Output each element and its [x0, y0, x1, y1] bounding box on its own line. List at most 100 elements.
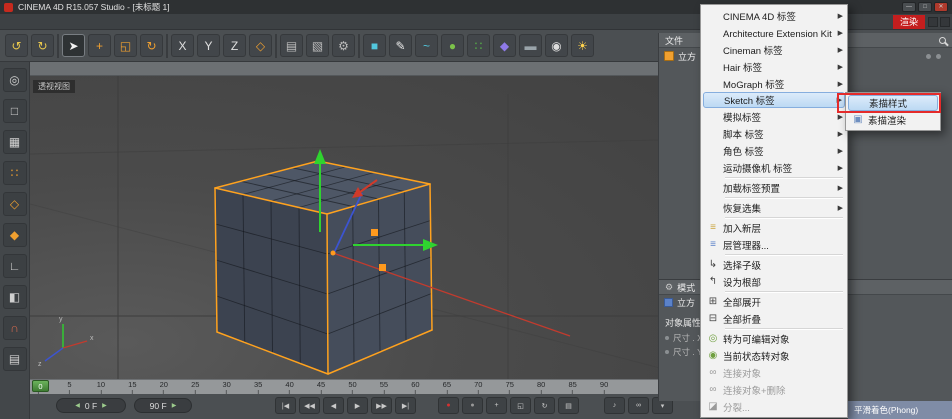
context-menu-item[interactable]: MoGraph 标签 ▶	[701, 75, 847, 92]
prev-key-button[interactable]: ◀◀	[299, 397, 320, 414]
timeline-tick[interactable]: 15	[128, 380, 136, 394]
visibility-dot-icon[interactable]	[926, 53, 931, 59]
timeline-tick[interactable]: 40	[285, 380, 293, 394]
context-menu-item[interactable]: ◎ 转为可编辑对象 ▶	[701, 330, 847, 347]
timeline-tick[interactable]: 5	[67, 380, 71, 394]
minimize-button[interactable]: —	[902, 2, 916, 12]
spline-icon[interactable]: ~	[415, 34, 438, 57]
layout-icon-2[interactable]	[940, 17, 950, 27]
undo-icon[interactable]: ↺	[5, 34, 28, 57]
stepper-right-icon[interactable]: ▶	[102, 402, 107, 409]
make-editable-icon[interactable]: ◎	[2, 68, 27, 92]
timeline-tick[interactable]: 85	[568, 380, 576, 394]
timeline-tick[interactable]: 55	[380, 380, 388, 394]
context-menu-item[interactable]: 运动摄像机 标签 ▶	[701, 159, 847, 176]
timeline-tick[interactable]: 70	[474, 380, 482, 394]
context-menu-item[interactable]: ◉ 当前状态转对象 ▶	[701, 347, 847, 364]
subdivision-surface-icon[interactable]: ●	[441, 34, 464, 57]
context-menu-item[interactable]: 加载标签预置 ▶	[701, 179, 847, 196]
timeline-tick[interactable]: 30	[223, 380, 231, 394]
model-mode-icon[interactable]: □	[2, 99, 27, 123]
loop-button[interactable]: ∞	[628, 397, 649, 414]
timeline-ruler[interactable]: 0 5 10 15 20 25 30 35 40 45 50 55 60 65 70 75 80 85 90	[30, 379, 660, 394]
floor-icon[interactable]: ▬	[519, 34, 542, 57]
timeline-tick[interactable]: 25	[191, 380, 199, 394]
timeline-tick[interactable]: 60	[411, 380, 419, 394]
keyframe-dot-icon[interactable]	[665, 336, 669, 340]
context-menu-item[interactable]: ◪ 分裂... ▶	[701, 398, 847, 415]
context-menu-item[interactable]: 模拟标签 ▶	[701, 108, 847, 125]
context-menu-item[interactable]: ∞ 连接对象 ▶	[701, 364, 847, 381]
sound-button[interactable]: ♪	[604, 397, 625, 414]
y-axis-lock-icon[interactable]: Y	[197, 34, 220, 57]
start-frame-field[interactable]: ◀ 0 F ▶	[56, 398, 126, 413]
timeline-tick[interactable]: 75	[506, 380, 514, 394]
live-selection-icon[interactable]: ➤	[62, 34, 85, 57]
attribute-mode-menu[interactable]: 模式	[677, 281, 695, 294]
context-menu-item[interactable]: Cineman 标签 ▶	[701, 41, 847, 58]
play-button[interactable]: ▶	[347, 397, 368, 414]
record-scale-button[interactable]: ◱	[510, 397, 531, 414]
z-axis-lock-icon[interactable]: Z	[223, 34, 246, 57]
search-icon[interactable]	[939, 36, 946, 44]
tab-phong[interactable]: 平滑着色(Phong)	[848, 401, 952, 419]
timeline-current-frame-marker[interactable]: 0	[32, 380, 49, 392]
context-menu-item[interactable]: ∞ 连接对象+删除 ▶	[701, 381, 847, 398]
visibility-dot-icon[interactable]	[936, 53, 941, 59]
goto-end-button[interactable]: ▶|	[395, 397, 416, 414]
polygons-mode-icon[interactable]: ◆	[2, 223, 27, 247]
points-mode-icon[interactable]: ∷	[2, 161, 27, 185]
layout-icon[interactable]	[928, 17, 938, 27]
end-frame-field[interactable]: 90 F ▶	[134, 398, 192, 413]
move-tool-icon[interactable]: +	[88, 34, 111, 57]
primitive-cube-icon[interactable]: ■	[363, 34, 386, 57]
timeline-tick[interactable]: 45	[317, 380, 325, 394]
record-parameter-button[interactable]: ▤	[558, 397, 579, 414]
timeline-tick[interactable]: 80	[537, 380, 545, 394]
camera-icon[interactable]: ◉	[545, 34, 568, 57]
scene-svg[interactable]: y x z	[30, 76, 660, 379]
context-menu-item[interactable]: ⊟ 全部折叠 ▶	[701, 310, 847, 327]
context-menu-item[interactable]: Hair 标签 ▶	[701, 58, 847, 75]
mograph-icon[interactable]: ∷	[467, 34, 490, 57]
pen-tool-icon[interactable]: ✎	[389, 34, 412, 57]
next-key-button[interactable]: ▶▶	[371, 397, 392, 414]
stepper-left-icon[interactable]: ◀	[75, 402, 80, 409]
render-picture-viewer-icon[interactable]: ▧	[306, 34, 329, 57]
context-menu-item[interactable]: ⊞ 全部展开 ▶	[701, 293, 847, 310]
submenu-item[interactable]: 素描样式 ▶	[848, 95, 938, 111]
close-button[interactable]: ✕	[934, 2, 948, 12]
render-view-icon[interactable]: ▤	[280, 34, 303, 57]
viewport-scene[interactable]: y x z	[30, 76, 660, 379]
render-settings-icon[interactable]: ⚙	[332, 34, 355, 57]
coordinate-system-icon[interactable]: ◇	[249, 34, 272, 57]
context-menu-item[interactable]: Sketch 标签 ▶	[703, 92, 845, 108]
record-rotation-button[interactable]: ↻	[534, 397, 555, 414]
workplane-icon[interactable]: ▤	[2, 347, 27, 371]
light-icon[interactable]: ☀	[571, 34, 594, 57]
edges-mode-icon[interactable]: ◇	[2, 192, 27, 216]
keyframe-dot-icon[interactable]	[665, 350, 669, 354]
timeline-tick[interactable]: 90	[600, 380, 608, 394]
render-menu-highlight[interactable]: 渲染	[893, 15, 926, 29]
rotate-tool-icon[interactable]: ↻	[140, 34, 163, 57]
object-manager-file-menu[interactable]: 文件	[665, 34, 683, 47]
context-menu-item[interactable]: ↰ 设为根部 ▶	[701, 273, 847, 290]
texture-mode-icon[interactable]: ▦	[2, 130, 27, 154]
deformer-icon[interactable]: ◆	[493, 34, 516, 57]
context-menu-item[interactable]: ↳ 选择子级 ▶	[701, 256, 847, 273]
timeline-tick[interactable]: 10	[97, 380, 105, 394]
record-position-button[interactable]: +	[486, 397, 507, 414]
autokey-button[interactable]: ●	[462, 397, 483, 414]
x-axis-lock-icon[interactable]: X	[171, 34, 194, 57]
scale-tool-icon[interactable]: ◱	[114, 34, 137, 57]
timeline-tick[interactable]: 65	[443, 380, 451, 394]
viewport-solo-icon[interactable]: ◧	[2, 285, 27, 309]
goto-start-button[interactable]: |◀	[275, 397, 296, 414]
context-menu-item[interactable]: 脚本 标签 ▶	[701, 125, 847, 142]
context-menu-item[interactable]: ≡ 层管理器... ▶	[701, 236, 847, 253]
stepper-icon[interactable]: ▶	[172, 402, 177, 409]
submenu-item[interactable]: ▣ 素描渲染 ▶	[846, 111, 940, 128]
context-menu-item[interactable]: 恢复选集 ▶	[701, 199, 847, 216]
timeline-tick[interactable]: 35	[254, 380, 262, 394]
